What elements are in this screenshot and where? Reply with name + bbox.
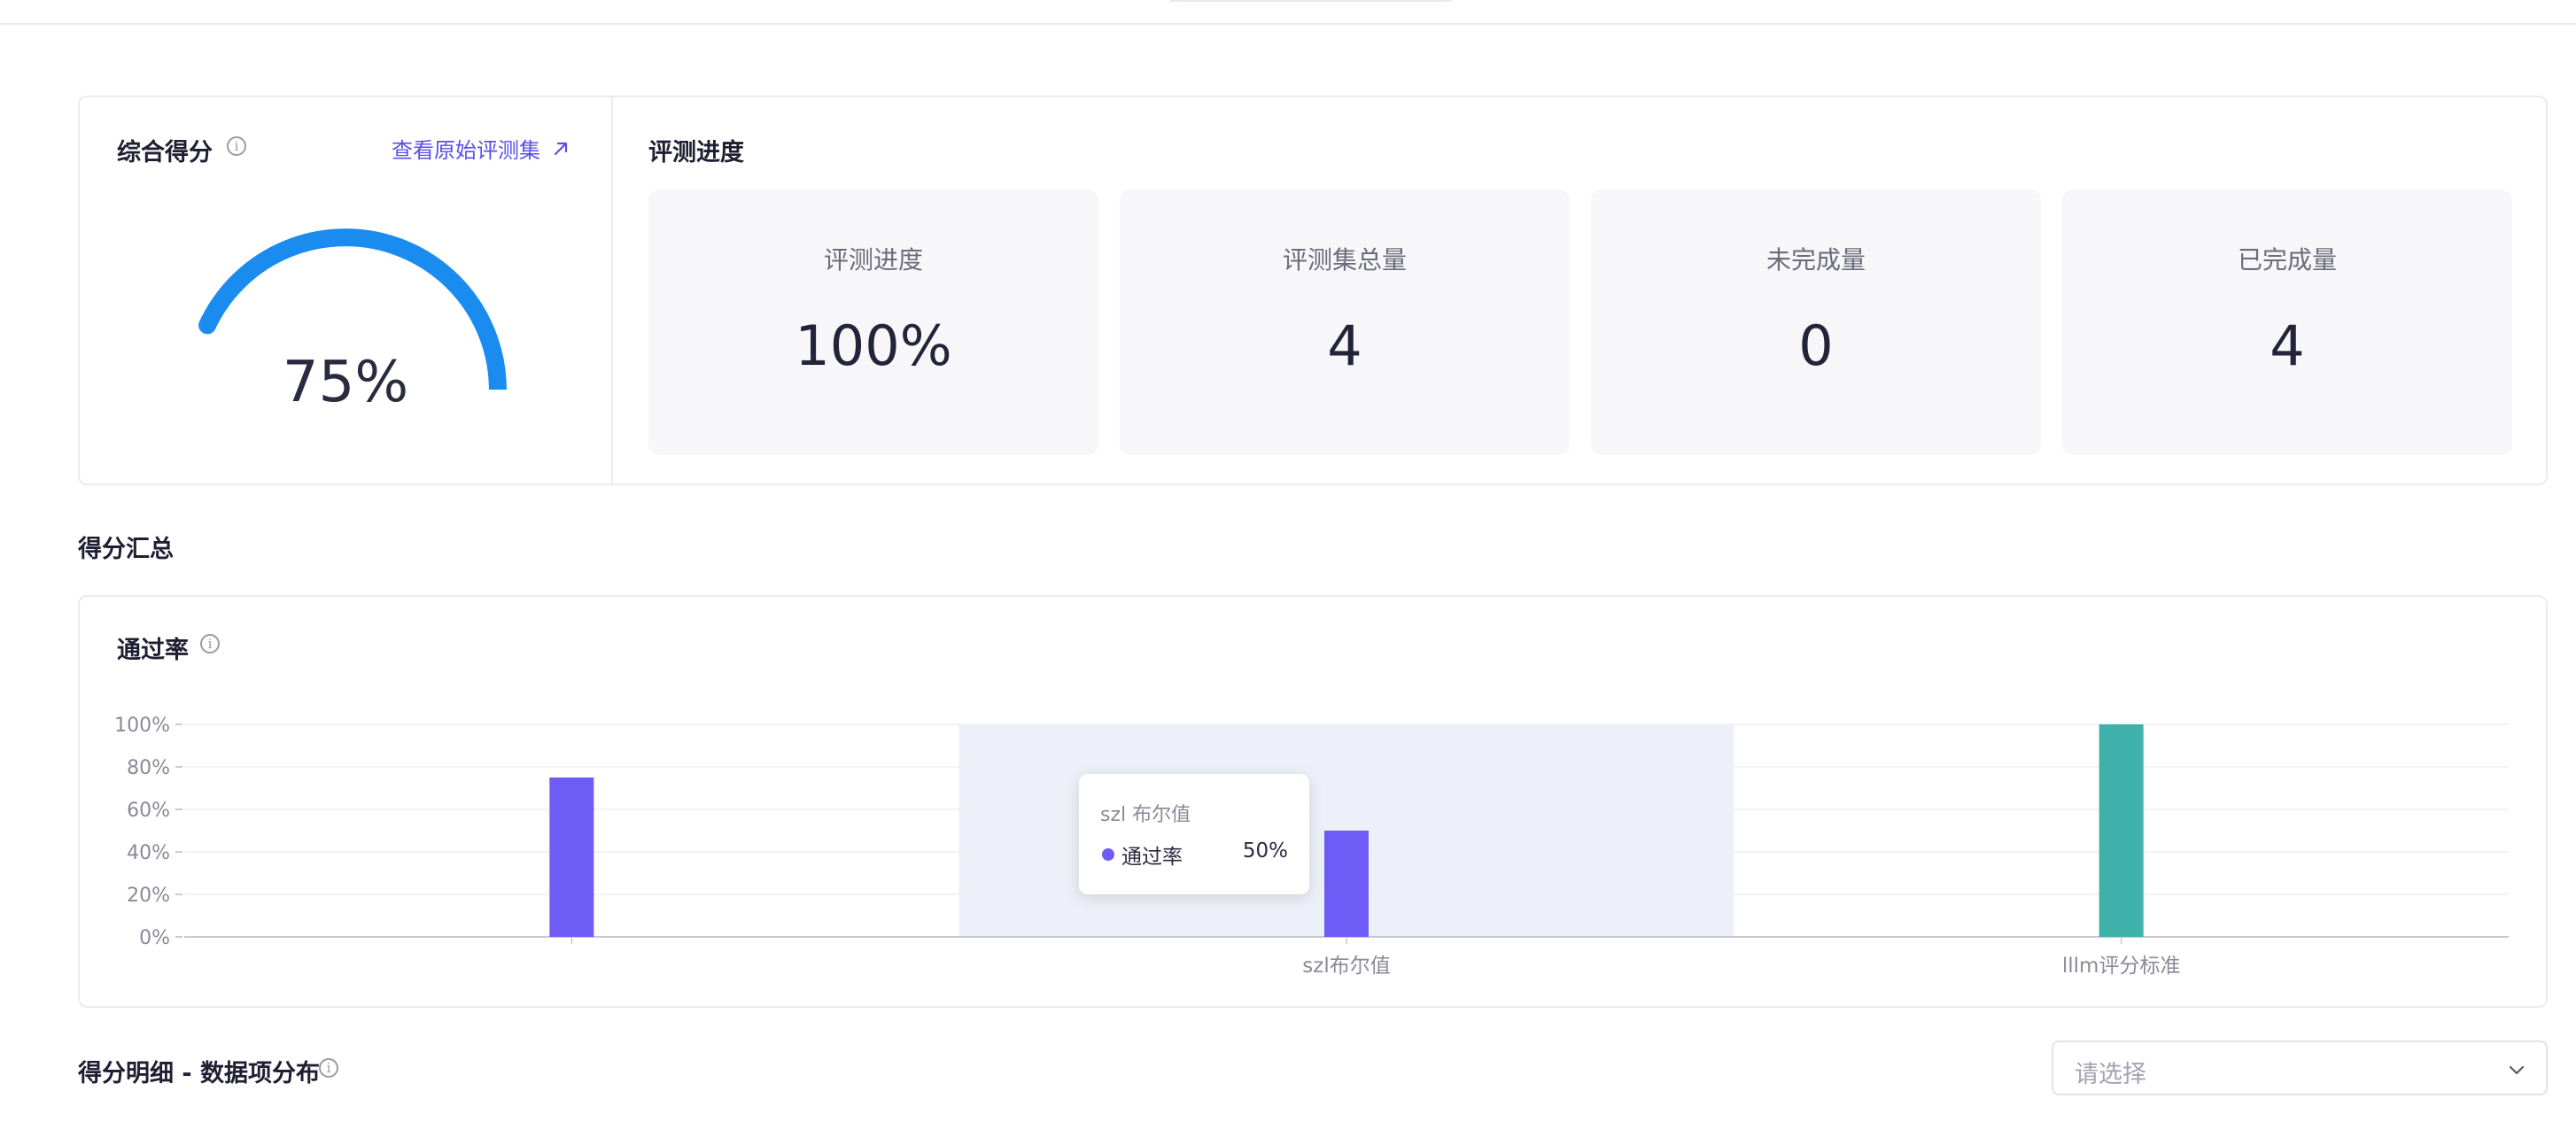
- progress-title: 评测进度: [648, 139, 744, 166]
- progress-panel: 评测进度 评测进度 100% 评测集总量 4 未完成量 0 已完成量 4: [611, 97, 2548, 483]
- stat-value: 4: [2270, 313, 2305, 378]
- y-tick-label: 80%: [127, 757, 170, 779]
- x-tick-label: szl布尔值: [1302, 955, 1390, 978]
- stat-card-total: 评测集总量 4: [1120, 190, 1570, 455]
- stat-value: 4: [1327, 313, 1362, 378]
- data-item-select[interactable]: 请选择: [2052, 1040, 2548, 1095]
- view-original-dataset-label: 查看原始评测集: [392, 138, 540, 163]
- view-original-dataset-link[interactable]: 查看原始评测集: [392, 133, 569, 164]
- stat-label: 已完成量: [2237, 245, 2337, 275]
- stat-label: 未完成量: [1765, 245, 1866, 275]
- select-placeholder: 请选择: [2075, 1061, 2146, 1088]
- detail-section-title: 得分明细 - 数据项分布: [78, 1060, 321, 1087]
- tooltip-title: szl 布尔值: [1100, 804, 1191, 826]
- stat-value: 100%: [795, 313, 952, 378]
- score-title: 综合得分: [117, 139, 213, 166]
- score-panel: 综合得分 i 查看原始评测集 75%: [80, 97, 613, 483]
- chart-tooltip: szl 布尔值 通过率 50%: [1079, 774, 1309, 894]
- y-tick-label: 20%: [127, 885, 170, 907]
- top-bar: [0, 0, 2576, 25]
- y-tick-label: 60%: [127, 800, 170, 822]
- stat-card-completed: 已完成量 4: [2062, 190, 2512, 455]
- bar: [1324, 831, 1369, 937]
- gauge-value: 75%: [282, 350, 409, 415]
- tooltip-value: 50%: [1242, 839, 1288, 862]
- summary-section-title: 得分汇总: [78, 536, 174, 563]
- pass-rate-card: 通过率 i 0% 20% 40% 60% 80% 100% szl布尔值 lllm评分标准 s…: [78, 595, 2548, 1008]
- tooltip-series-name: 通过率: [1121, 846, 1183, 869]
- summary-card: 综合得分 i 查看原始评测集 75% 评测进度 评测进度 100% 评测集总量 …: [78, 96, 2548, 485]
- bar: [549, 777, 594, 937]
- stat-label: 评测集总量: [1282, 245, 1407, 275]
- tooltip-series-dot: [1102, 848, 1114, 861]
- info-icon[interactable]: i: [319, 1058, 338, 1078]
- y-tick-label: 40%: [127, 842, 170, 864]
- bar: [2099, 724, 2144, 937]
- top-bar-tab-hint: [1169, 0, 1453, 2]
- stat-value: 0: [1798, 313, 1834, 378]
- x-tick-label: lllm评分标准: [2062, 955, 2181, 978]
- arrow-up-right-icon: [554, 142, 568, 155]
- info-icon[interactable]: i: [227, 136, 246, 156]
- stat-card-incomplete: 未完成量 0: [1591, 190, 2041, 455]
- stat-label: 评测进度: [823, 245, 923, 275]
- stat-card-progress: 评测进度 100%: [648, 190, 1098, 455]
- y-tick-label: 0%: [139, 927, 170, 949]
- pass-rate-chart[interactable]: 0% 20% 40% 60% 80% 100% szl布尔值 lllm评分标准: [80, 597, 2546, 1006]
- y-tick-label: 100%: [114, 715, 170, 737]
- chevron-down-icon: [2509, 1065, 2525, 1075]
